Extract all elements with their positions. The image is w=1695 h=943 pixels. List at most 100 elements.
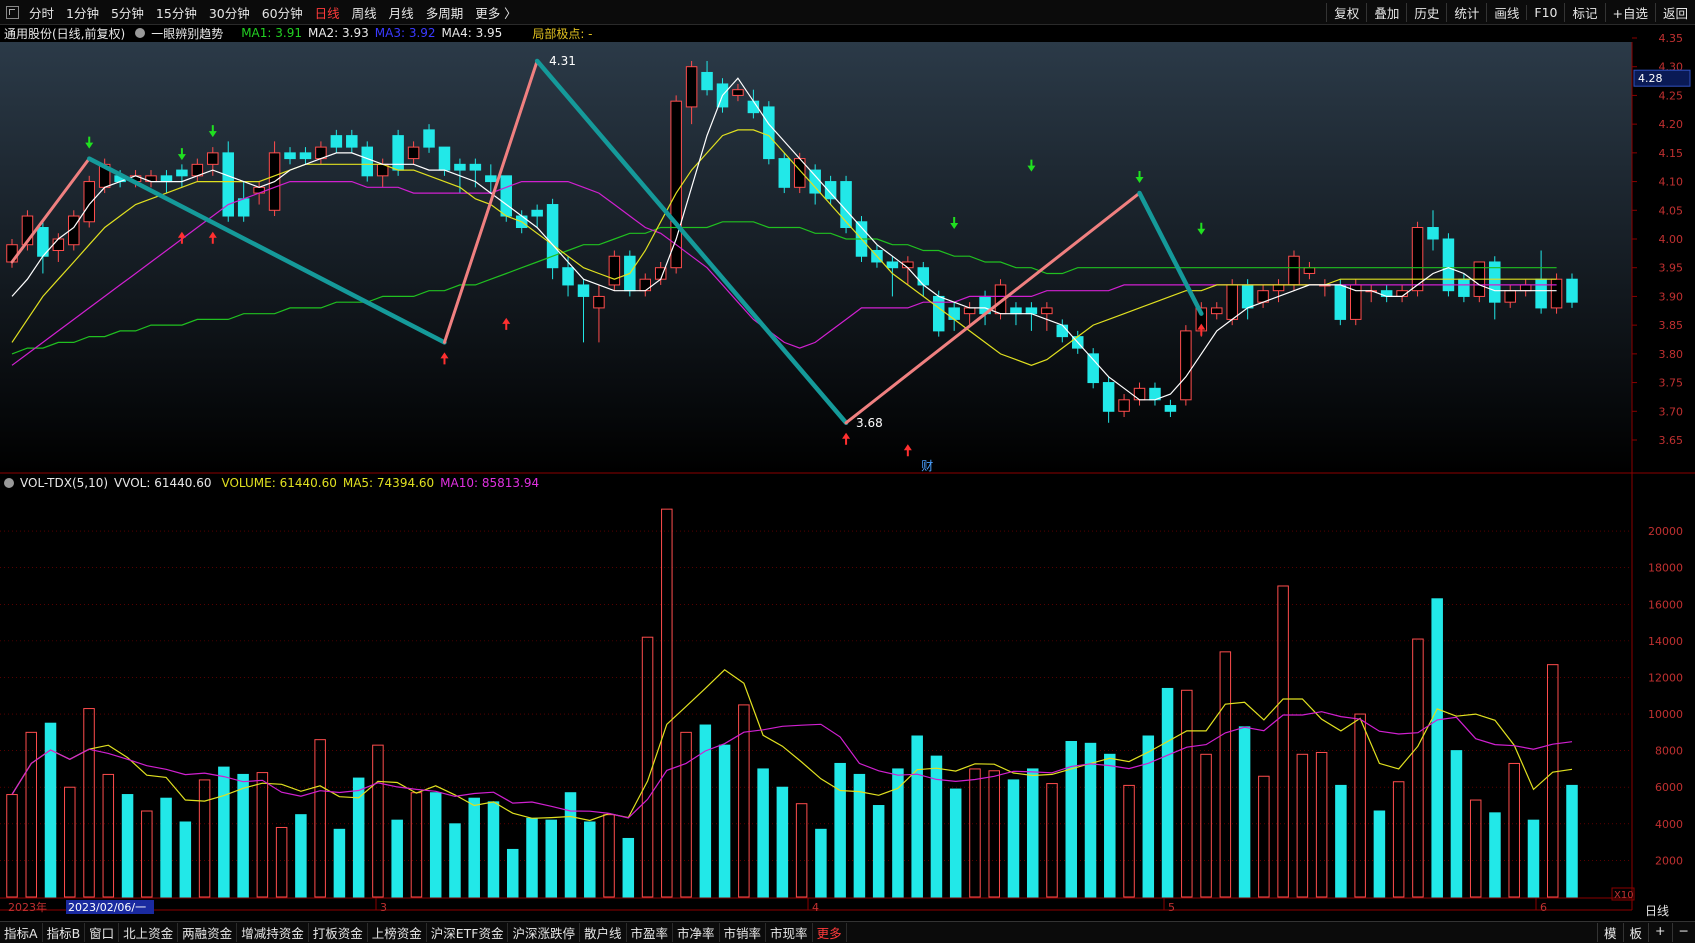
period-tab-7[interactable]: 周线 <box>346 3 383 22</box>
volume-bar-63 <box>1219 651 1232 898</box>
date-label-3: 4 <box>812 901 819 914</box>
candle-body-44 <box>685 66 698 108</box>
candle-body-29 <box>454 163 466 171</box>
volume-bar-11 <box>218 766 230 898</box>
bottom-button-2[interactable]: + <box>1648 923 1671 942</box>
volume-bar-12 <box>237 773 249 898</box>
price-tick-label-3: 4.20 <box>1659 118 1684 131</box>
candle-body-68 <box>1056 324 1069 338</box>
volume-bar-19 <box>372 744 384 898</box>
tool-button-1[interactable]: 叠加 <box>1366 2 1406 22</box>
indicator-tab-7[interactable]: 上榜资金 <box>368 923 427 942</box>
tool-button-7[interactable]: +自选 <box>1604 2 1655 22</box>
volume-bar-55 <box>1065 740 1078 898</box>
candle-body-32 <box>500 175 513 217</box>
volume-bar-75 <box>1450 750 1463 898</box>
bottom-button-3[interactable]: − <box>1671 923 1695 942</box>
vol-tick-label-2: 16000 <box>1648 598 1683 611</box>
window-restore-icon[interactable] <box>6 5 19 19</box>
price-tick-label-5: 4.10 <box>1659 176 1684 189</box>
candle-body-60 <box>932 295 945 332</box>
bottom-button-1[interactable]: 板 <box>1622 923 1649 942</box>
indicator-tab-10[interactable]: 散户线 <box>580 923 627 942</box>
candle-body-15 <box>237 198 250 217</box>
volume-bar-77 <box>1489 812 1501 898</box>
candle-body-53 <box>824 181 837 200</box>
tool-button-0[interactable]: 复权 <box>1326 2 1366 22</box>
indicator-tab-2[interactable]: 窗口 <box>85 923 120 942</box>
indicator-tab-5[interactable]: 增减持资金 <box>237 923 309 942</box>
period-tab-0[interactable]: 分时 <box>23 3 60 22</box>
vol-tick-label-4: 12000 <box>1648 671 1683 684</box>
indicator-tab-9[interactable]: 沪深涨跌停 <box>508 923 580 942</box>
indicator-tab-14[interactable]: 市现率 <box>766 923 813 942</box>
indicator-tab-11[interactable]: 市盈率 <box>627 923 674 942</box>
candle-body-86 <box>1334 284 1347 320</box>
vol-indicator-name[interactable]: VOL-TDX(5,10) <box>20 476 108 490</box>
indicator-tab-8[interactable]: 沪深ETF资金 <box>427 923 509 942</box>
period-tab-3[interactable]: 15分钟 <box>150 3 203 22</box>
period-tabs: 分时 1分钟 5分钟 15分钟 30分钟 60分钟 日线 周线 月线 多周期 更多 〉 <box>23 3 523 22</box>
volume-bar-69 <box>1335 784 1347 898</box>
period-label-bottom: 日线 <box>1645 904 1669 918</box>
volume-bar-9 <box>179 821 192 898</box>
volume-bar-37 <box>718 744 731 898</box>
period-tab-9[interactable]: 多周期 <box>420 3 470 22</box>
tool-button-6[interactable]: 标记 <box>1564 2 1604 22</box>
volume-info-bar: VOL-TDX(5,10) VVOL: 61440.60 VOLUME: 614… <box>0 474 545 492</box>
volume-bar-78 <box>1508 762 1520 898</box>
period-tab-2[interactable]: 5分钟 <box>105 3 150 22</box>
tool-button-3[interactable]: 统计 <box>1446 2 1486 22</box>
vvol-value: VVOL: 61440.60 <box>114 476 212 490</box>
indicator-tab-1[interactable]: 指标B <box>43 923 86 942</box>
period-tab-6[interactable]: 日线 <box>309 3 346 22</box>
indicator-tab-3[interactable]: 北上资金 <box>119 923 179 942</box>
volume-bar-22 <box>429 792 442 898</box>
indicator-tab-12[interactable]: 市净率 <box>673 923 720 942</box>
indicator-tab-0[interactable]: 指标A <box>0 923 43 942</box>
bottom-button-0[interactable]: 模 <box>1597 923 1623 942</box>
period-tab-1[interactable]: 1分钟 <box>60 3 105 22</box>
event-marker: 财 <box>921 459 933 473</box>
volume-bar-53 <box>1026 768 1039 898</box>
date-label-4: 5 <box>1168 901 1175 914</box>
volume-bar-47 <box>911 735 923 898</box>
bottom-right-tools: 模板 + − <box>1597 922 1695 943</box>
candlestick-chart[interactable]: 4.354.304.254.204.154.104.054.003.953.90… <box>0 0 1695 942</box>
volume-settings-icon[interactable] <box>4 478 14 488</box>
period-tab-4[interactable]: 30分钟 <box>203 3 256 22</box>
volume-bar-49 <box>949 788 962 898</box>
volume-bar-34 <box>661 508 673 898</box>
candle-body-92 <box>1427 227 1439 240</box>
indicator-tab-6[interactable]: 打板资金 <box>309 923 368 942</box>
volume-bar-7 <box>141 810 153 898</box>
volume-bar-1 <box>25 731 38 898</box>
price-tick-label-12: 3.75 <box>1659 377 1684 390</box>
candle-body-78 <box>1211 307 1223 315</box>
indicator-tab-13[interactable]: 市销率 <box>720 923 767 942</box>
candle-body-13 <box>207 152 219 165</box>
volume-bar-64 <box>1238 726 1251 898</box>
period-tab-5[interactable]: 60分钟 <box>256 3 309 22</box>
volume-bar-52 <box>1007 779 1020 898</box>
candle-body-45 <box>701 71 713 91</box>
candle-body-73 <box>1133 387 1146 401</box>
tool-button-5[interactable]: F10 <box>1526 4 1564 20</box>
indicator-tab-4[interactable]: 两融资金 <box>178 923 238 942</box>
candle-body-59 <box>917 267 930 286</box>
period-tab-8[interactable]: 月线 <box>383 3 420 22</box>
price-tick-label-8: 3.95 <box>1659 262 1684 275</box>
date-label-5: 6 <box>1540 901 1547 914</box>
candle-body-18 <box>284 152 296 160</box>
tool-button-4[interactable]: 画线 <box>1486 2 1526 22</box>
tool-button-2[interactable]: 历史 <box>1406 2 1446 22</box>
price-tick-label-10: 3.85 <box>1659 319 1684 332</box>
tool-button-8[interactable]: 返回 <box>1654 2 1695 22</box>
volume-bar-68 <box>1315 751 1328 898</box>
indicator-tab-15[interactable]: 更多 <box>813 923 847 942</box>
indicator-name[interactable]: 一眼辨别趋势 <box>151 25 223 42</box>
indicator-settings-icon[interactable] <box>135 28 146 38</box>
candle-body-98 <box>1519 284 1532 292</box>
period-tab-10[interactable]: 更多 〉 <box>469 3 522 22</box>
vol-ma10-value: MA10: 85813.94 <box>440 476 540 490</box>
